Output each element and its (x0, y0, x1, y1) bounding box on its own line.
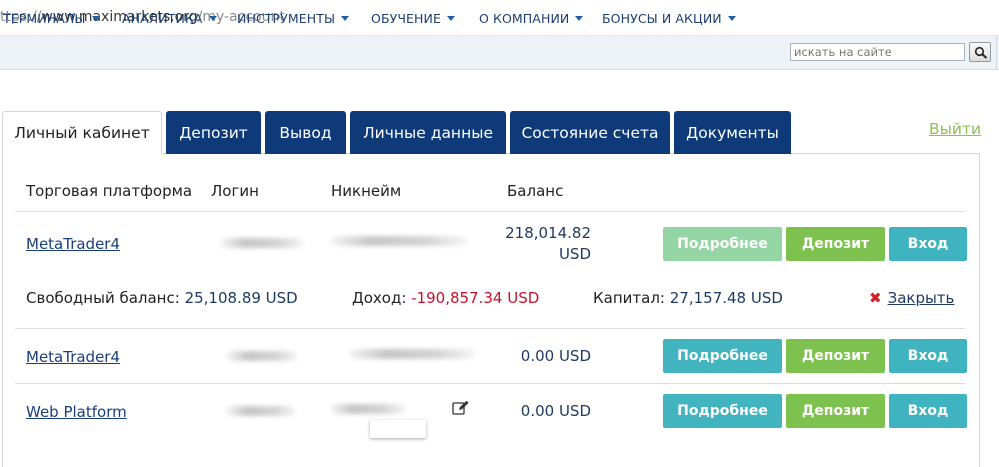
capital-value: 27,157.48 USD (669, 289, 783, 307)
tab-account-status[interactable]: Состояние счета (510, 111, 670, 154)
caret-down-icon (446, 16, 455, 21)
row-divider (15, 328, 965, 329)
caret-down-icon (208, 16, 217, 21)
details-button[interactable]: Подробнее (663, 227, 782, 261)
nav-item-about[interactable]: О КОМПАНИИ (479, 11, 584, 26)
search-button[interactable] (969, 42, 991, 62)
caret-down-icon (341, 16, 350, 21)
login-redacted (220, 238, 304, 248)
capital-label: Капитал: (593, 289, 665, 307)
nav-item-label: О КОМПАНИИ (479, 11, 570, 26)
nav-item-label: БОНУСЫ И АКЦИИ (602, 11, 722, 26)
login-button[interactable]: Вход (889, 227, 967, 261)
caret-down-icon (727, 16, 736, 21)
close-details-link[interactable]: ✖ Закрыть (869, 289, 954, 307)
nav-item-terminals[interactable]: ТЕРМИНАЛЫ (3, 11, 100, 26)
tab-deposit[interactable]: Депозит (166, 111, 261, 154)
tab-personal-cabinet[interactable]: Личный кабинет (2, 111, 162, 154)
platform-link[interactable]: MetaTrader4 (26, 348, 120, 366)
nav-item-bonuses[interactable]: БОНУСЫ И АКЦИИ (602, 11, 736, 26)
pencil-square-icon (452, 400, 469, 415)
nav-item-label: ТЕРМИНАЛЫ (3, 11, 86, 26)
nav-item-label: ОБУЧЕНИЕ (371, 11, 441, 26)
edit-icon[interactable] (452, 400, 470, 420)
close-icon: ✖ (869, 289, 882, 307)
tab-documents[interactable]: Документы (674, 111, 791, 154)
login-redacted (226, 406, 296, 416)
platform-link[interactable]: MetaTrader4 (26, 235, 120, 253)
caret-down-icon (575, 16, 584, 21)
tooltip-box (370, 420, 426, 438)
header-login: Логин (211, 182, 259, 200)
balance-value: 0.00 USD (520, 347, 591, 365)
details-button[interactable]: Подробнее (663, 394, 782, 428)
logout-link[interactable]: Выйти (929, 120, 981, 138)
tab-withdraw[interactable]: Вывод (265, 111, 346, 154)
close-label: Закрыть (887, 289, 955, 307)
row-divider (15, 383, 965, 384)
login-button[interactable]: Вход (889, 394, 967, 428)
balance-value: 218,014.82 USD (480, 223, 591, 265)
income-value: -190,857.34 USD (411, 289, 540, 307)
nav-item-instruments[interactable]: ИНСТРУМЕНТЫ (237, 11, 350, 26)
caret-down-icon (91, 16, 100, 21)
income-label: Доход: (352, 289, 407, 307)
income: Доход: -190,857.34 USD (352, 289, 539, 307)
nav-item-analytics[interactable]: АНАЛИТИКА (122, 11, 217, 26)
nickname-redacted (330, 404, 406, 414)
free-balance-value: 25,108.89 USD (184, 289, 298, 307)
search-input[interactable] (790, 43, 965, 61)
login-redacted (226, 351, 298, 361)
deposit-button[interactable]: Депозит (786, 394, 885, 428)
capital: Капитал: 27,157.48 USD (593, 289, 783, 307)
balance-value: 0.00 USD (520, 402, 591, 420)
deposit-button[interactable]: Депозит (786, 227, 885, 261)
tab-personal-data[interactable]: Личные данные (350, 111, 506, 154)
balance-currency: USD (558, 245, 591, 263)
nav-item-label: АНАЛИТИКА (122, 11, 203, 26)
balance-amount: 218,014.82 (505, 224, 591, 242)
header-nickname: Никнейм (331, 182, 402, 200)
row-divider (15, 211, 965, 212)
free-balance: Свободный баланс: 25,108.89 USD (26, 289, 298, 307)
search-icon (974, 46, 988, 59)
nickname-redacted (330, 236, 468, 246)
nav-item-label: ИНСТРУМЕНТЫ (237, 11, 336, 26)
details-button[interactable]: Подробнее (663, 339, 782, 373)
deposit-button[interactable]: Депозит (786, 339, 885, 373)
nav-divider (996, 36, 997, 70)
platform-link[interactable]: Web Platform (26, 403, 127, 421)
free-balance-label: Свободный баланс: (26, 289, 180, 307)
login-button[interactable]: Вход (889, 339, 967, 373)
nav-item-education[interactable]: ОБУЧЕНИЕ (371, 11, 455, 26)
header-platform: Торговая платформа (26, 182, 193, 200)
nickname-redacted (348, 349, 476, 359)
header-balance: Баланс (507, 182, 564, 200)
